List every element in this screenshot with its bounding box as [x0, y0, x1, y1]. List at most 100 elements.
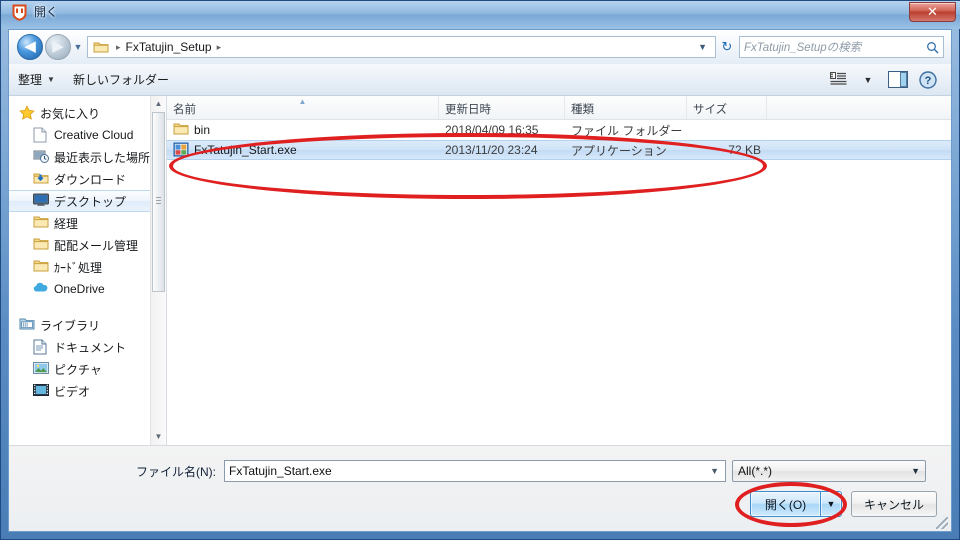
- sidebar-item-creative-cloud[interactable]: Creative Cloud: [9, 124, 166, 146]
- column-header-filler: [767, 96, 951, 119]
- open-button[interactable]: 開く(O): [750, 491, 820, 517]
- toolbar: 整理 ▼ 新しいフォルダー ▼ ?: [9, 64, 951, 96]
- sidebar-item-favorites[interactable]: お気に入り: [9, 102, 166, 124]
- back-button[interactable]: ◀: [17, 34, 43, 60]
- file-name-label: FxTatujin_Start.exe: [194, 143, 297, 157]
- window-title: 開く: [34, 5, 59, 19]
- filename-label: ファイル名(N):: [136, 464, 216, 479]
- sidebar-item-pictures[interactable]: ピクチャ: [9, 358, 166, 380]
- open-split-button[interactable]: 開く(O) ▼: [750, 491, 842, 517]
- breadcrumb[interactable]: ▸ FxTatujin_Setup ▸ ▼: [87, 36, 716, 58]
- sidebar-item-card-shori[interactable]: ｶｰﾄﾞ処理: [9, 256, 166, 278]
- folder-icon: [33, 237, 49, 253]
- sidebar-item-desktop[interactable]: デスクトップ: [9, 190, 166, 212]
- refresh-button[interactable]: ↻: [716, 36, 738, 58]
- sidebar-item-label: ｶｰﾄﾞ処理: [54, 260, 103, 275]
- star-icon: [19, 105, 35, 121]
- sidebar-item-label: OneDrive: [54, 282, 105, 296]
- footer-buttons: 開く(O) ▼ キャンセル: [750, 491, 937, 517]
- open-file-dialog-window: 開く ✕ ◀ ▶ ▼ ▸ FxTatujin_Setup ▸ ▼ ↻ FxTat…: [0, 0, 960, 540]
- preview-pane-icon[interactable]: [885, 69, 911, 91]
- column-headers: ▲ 名前 更新日時 種類 サイズ: [167, 96, 951, 120]
- sidebar-scrollbar-thumb[interactable]: [152, 112, 165, 292]
- sidebar-item-mail-kanri[interactable]: 配配メール管理: [9, 234, 166, 256]
- scrollbar-grip-icon: [156, 197, 161, 204]
- breadcrumb-item-0[interactable]: FxTatujin_Setup: [126, 40, 212, 54]
- shield-icon: [11, 4, 28, 21]
- navigation-pane: お気に入り Creative Cloud 最近表示した場所 ダウンロード デスク…: [9, 96, 167, 445]
- chevron-down-icon: ▼: [47, 75, 55, 84]
- file-icon: [33, 127, 49, 143]
- file-list-pane: ▲ 名前 更新日時 種類 サイズ bin 2018/04/09 16:35 ファ…: [167, 96, 951, 445]
- new-folder-button[interactable]: 新しいフォルダー: [64, 67, 178, 92]
- new-folder-label: 新しいフォルダー: [72, 73, 169, 87]
- organize-label: 整理: [18, 73, 43, 87]
- sidebar-scrollbar[interactable]: ▲ ▼: [150, 96, 166, 445]
- sidebar-item-recent-places[interactable]: 最近表示した場所: [9, 146, 166, 168]
- sidebar-item-label: 配配メール管理: [54, 238, 139, 253]
- sidebar-item-label: ピクチャ: [54, 362, 102, 377]
- search-input[interactable]: FxTatujin_Setupの検索: [739, 36, 944, 58]
- filename-row: ファイル名(N): FxTatujin_Start.exe ▼ All(*.*)…: [9, 460, 951, 482]
- open-dropdown-icon[interactable]: ▼: [820, 491, 842, 517]
- column-header-name[interactable]: ▲ 名前: [167, 96, 439, 119]
- column-header-size[interactable]: サイズ: [687, 96, 767, 119]
- cancel-button[interactable]: キャンセル: [851, 491, 937, 517]
- file-type-value: All(*.*): [738, 464, 773, 478]
- recent-places-icon: [33, 149, 49, 165]
- file-type-cell: アプリケーション: [571, 143, 667, 158]
- navigation-list: お気に入り Creative Cloud 最近表示した場所 ダウンロード デスク…: [9, 96, 166, 402]
- file-date-cell: 2013/11/20 23:24: [445, 143, 538, 157]
- svg-text:?: ?: [925, 75, 932, 87]
- forward-button[interactable]: ▶: [45, 34, 71, 60]
- library-icon: [19, 317, 35, 333]
- chevron-down-icon: ▼: [911, 466, 920, 476]
- organize-button[interactable]: 整理 ▼: [9, 67, 64, 92]
- sidebar-item-downloads[interactable]: ダウンロード: [9, 168, 166, 190]
- resize-grip-icon[interactable]: [936, 517, 948, 529]
- history-dropdown-icon[interactable]: ▼: [71, 42, 85, 52]
- file-type-select[interactable]: All(*.*) ▼: [732, 460, 926, 482]
- file-type-cell: ファイル フォルダー: [571, 123, 683, 138]
- breadcrumb-separator-1[interactable]: ▸: [212, 42, 227, 53]
- view-dropdown-icon[interactable]: ▼: [855, 69, 881, 91]
- chevron-down-icon[interactable]: ▼: [710, 466, 721, 476]
- toolbar-right-group: ▼ ?: [825, 69, 951, 91]
- exe-icon: [173, 142, 189, 158]
- sidebar-item-onedrive[interactable]: OneDrive: [9, 278, 166, 300]
- sidebar-item-label: お気に入り: [40, 106, 101, 121]
- sidebar-item-libraries[interactable]: ライブラリ: [9, 314, 166, 336]
- search-placeholder: FxTatujin_Setupの検索: [744, 42, 862, 54]
- table-row[interactable]: FxTatujin_Start.exe 2013/11/20 23:24 アプリ…: [167, 140, 951, 160]
- forward-arrow-icon: ▶: [52, 38, 64, 55]
- table-row[interactable]: bin 2018/04/09 16:35 ファイル フォルダー: [167, 120, 951, 140]
- sidebar-item-label: 最近表示した場所: [54, 150, 151, 165]
- scroll-down-icon[interactable]: ▼: [151, 429, 166, 445]
- file-date-cell: 2018/04/09 16:35: [445, 123, 539, 137]
- pictures-icon: [33, 361, 49, 377]
- sidebar-item-videos[interactable]: ビデオ: [9, 380, 166, 402]
- scroll-up-icon[interactable]: ▲: [151, 96, 166, 112]
- breadcrumb-separator-0[interactable]: ▸: [111, 42, 126, 53]
- column-header-type[interactable]: 種類: [565, 96, 687, 119]
- sidebar-item-label: ダウンロード: [54, 172, 127, 187]
- dialog-content: ◀ ▶ ▼ ▸ FxTatujin_Setup ▸ ▼ ↻ FxTatujin_…: [8, 29, 952, 532]
- column-label: 更新日時: [445, 104, 491, 116]
- file-size-cell: 72 KB: [728, 143, 761, 157]
- sidebar-item-documents[interactable]: ドキュメント: [9, 336, 166, 358]
- dialog-body: お気に入り Creative Cloud 最近表示した場所 ダウンロード デスク…: [9, 96, 951, 445]
- folder-icon: [93, 40, 109, 54]
- file-name-cell: FxTatujin_Start.exe: [167, 142, 439, 158]
- column-label: 名前: [173, 104, 196, 116]
- filename-input[interactable]: FxTatujin_Start.exe ▼: [224, 460, 726, 482]
- close-button[interactable]: ✕: [909, 2, 956, 22]
- help-icon[interactable]: ?: [915, 69, 941, 91]
- title-bar-left: 開く: [11, 4, 58, 21]
- list-view-icon[interactable]: [825, 69, 851, 91]
- back-arrow-icon: ◀: [24, 38, 36, 55]
- address-dropdown-icon[interactable]: ▼: [698, 42, 713, 52]
- sidebar-item-label: デスクトップ: [54, 194, 127, 209]
- sidebar-item-keiri[interactable]: 経理: [9, 212, 166, 234]
- column-header-date[interactable]: 更新日時: [439, 96, 565, 119]
- search-icon: [926, 41, 939, 54]
